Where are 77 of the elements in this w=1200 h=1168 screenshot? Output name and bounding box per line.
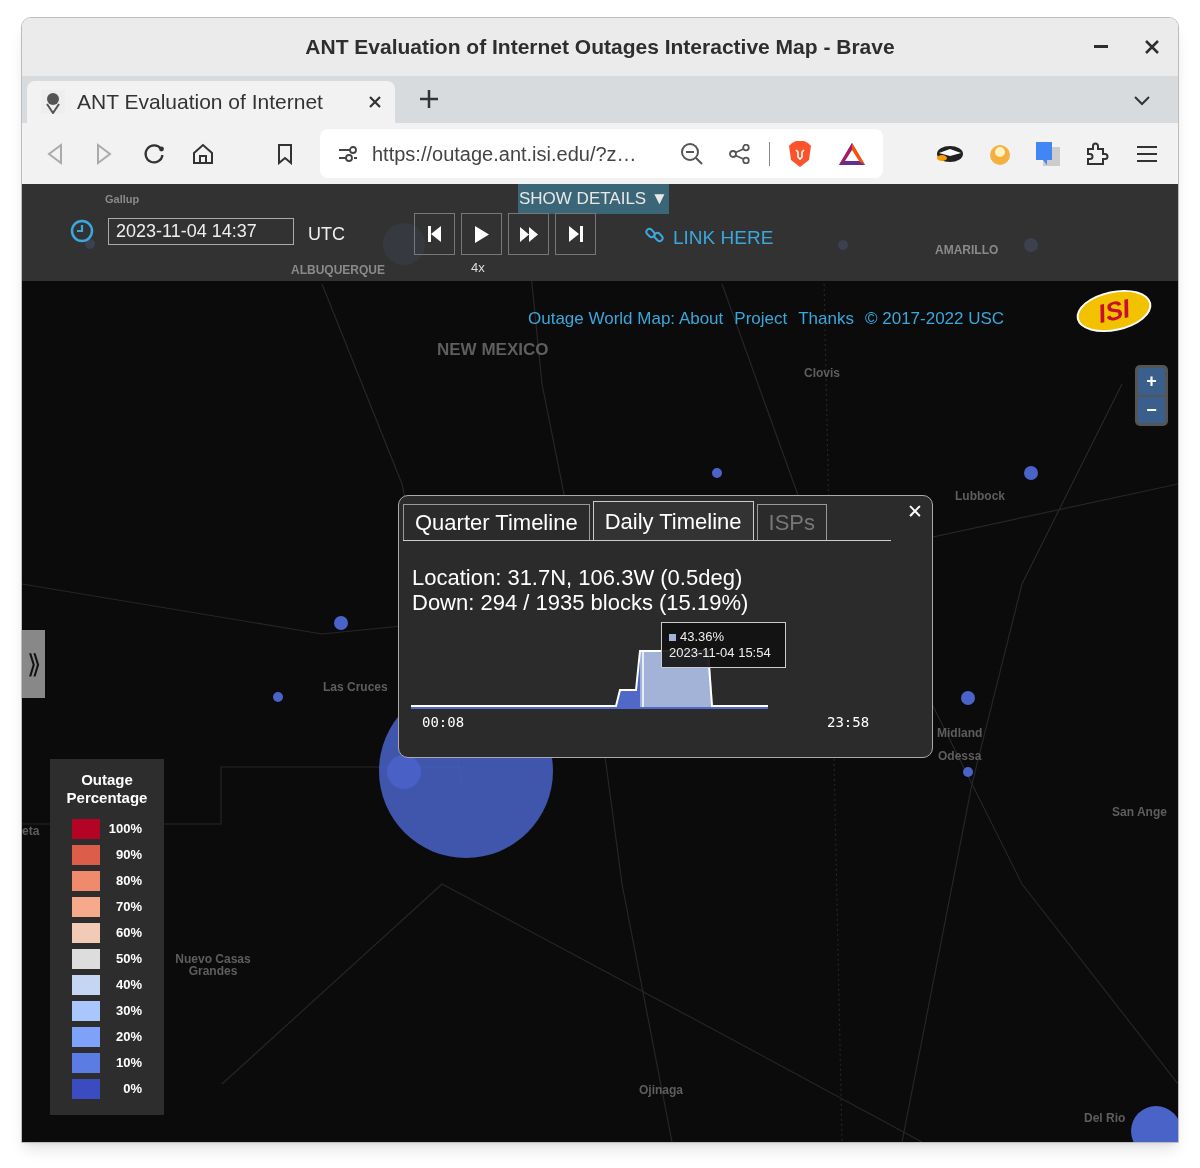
footer-link[interactable]: Project xyxy=(734,306,788,332)
browser-tab[interactable]: ANT Evaluation of Internet xyxy=(27,81,395,123)
close-tab-icon[interactable] xyxy=(369,96,381,108)
link-here-link[interactable]: LINK HERE xyxy=(673,224,774,253)
legend-label: 10% xyxy=(114,1054,142,1073)
skip-back-button[interactable] xyxy=(414,213,455,255)
new-tab-icon[interactable] xyxy=(419,89,439,109)
map-place-label: ALBUQUERQUE xyxy=(291,264,385,276)
footer-link[interactable]: Outage World Map: About xyxy=(528,306,724,332)
home-icon[interactable] xyxy=(192,142,214,165)
legend-label: 80% xyxy=(114,872,142,891)
popup-tab[interactable]: Daily Timeline xyxy=(592,501,754,540)
skip-forward-button[interactable] xyxy=(555,213,596,255)
tooltip-time: 2023-11-04 15:54 xyxy=(669,645,772,661)
play-icon xyxy=(474,225,489,243)
zoom-in-button[interactable]: + xyxy=(1138,368,1165,395)
legend-label: 30% xyxy=(114,1002,142,1021)
translate-icon[interactable] xyxy=(1035,140,1061,167)
map-place-label: Ojinaga xyxy=(639,1084,683,1096)
legend-label: 100% xyxy=(107,820,142,839)
legend-title: Outage Percentage xyxy=(65,771,149,807)
series-square-icon xyxy=(669,633,676,641)
menu-icon[interactable] xyxy=(1136,144,1158,163)
reload-icon[interactable] xyxy=(143,142,165,165)
popup-info-text: Down: 294 / 1935 blocks (15.19%) xyxy=(412,590,749,615)
footer-link[interactable]: © 2017-2022 USC xyxy=(865,306,1005,332)
site-settings-icon[interactable] xyxy=(338,144,358,163)
link-icon xyxy=(645,225,665,245)
clock-icon xyxy=(70,219,94,243)
map-place-label: Nuevo Casas Grandes xyxy=(174,953,252,977)
fast-forward-icon xyxy=(519,226,538,242)
map-place-label: San Ange xyxy=(1112,806,1167,818)
legend-label: 0% xyxy=(122,1080,142,1099)
axis-start-label: 00:08 xyxy=(422,713,465,732)
show-details-button[interactable]: SHOW DETAILS ▼ xyxy=(518,184,669,214)
legend-label: 60% xyxy=(114,924,142,943)
skip-forward-icon xyxy=(568,226,583,242)
window-title: ANT Evaluation of Internet Outages Interactive Map - Brave xyxy=(305,34,895,61)
legend-label: 40% xyxy=(114,976,142,995)
side-panel-toggle[interactable]: ⟫ xyxy=(22,630,45,698)
popup-info-text: Location: 31.7N, 106.3W (0.5deg) xyxy=(412,565,744,590)
map-place-label: AMARILLO xyxy=(935,244,999,256)
close-icon[interactable] xyxy=(1145,40,1159,54)
legend-label: 20% xyxy=(114,1028,142,1047)
play-button[interactable] xyxy=(461,213,502,255)
legend-label: 90% xyxy=(114,846,142,865)
map-place-label: Las Cruces xyxy=(323,681,388,693)
legend-label: 50% xyxy=(114,950,142,969)
puzzle-icon[interactable] xyxy=(1085,141,1109,166)
zoom-out-icon[interactable] xyxy=(680,141,704,166)
url-text: https://outage.ant.isi.edu/?z… xyxy=(372,141,637,167)
skip-back-icon xyxy=(427,226,442,242)
popup-tab[interactable]: Quarter Timeline xyxy=(403,504,590,540)
map-place-label: Del Rio xyxy=(1084,1112,1126,1124)
map-place-label: NEW MEXICO xyxy=(437,341,549,358)
bookmark-icon[interactable] xyxy=(277,142,293,165)
close-button[interactable]: ✕ xyxy=(907,502,923,521)
map-place-label: Clovis xyxy=(804,367,840,379)
share-icon[interactable] xyxy=(729,143,751,164)
tooltip-value: 43.36% xyxy=(680,629,725,645)
speed-label: 4x xyxy=(471,259,485,277)
map-place-label: Midland xyxy=(937,727,983,739)
zoom-out-button[interactable]: − xyxy=(1138,396,1165,423)
fast-forward-button[interactable] xyxy=(508,213,549,255)
map-place-label: Odessa xyxy=(938,750,982,762)
minimize-icon[interactable] xyxy=(1094,45,1108,49)
map-place-label: eta xyxy=(22,825,40,837)
map-place-label: Gallup xyxy=(105,194,140,205)
legend-label: 70% xyxy=(114,898,142,917)
triangle-icon[interactable] xyxy=(838,141,866,166)
map-place-label: Lubbock xyxy=(955,490,1005,502)
footer-link[interactable]: Thanks xyxy=(798,306,854,332)
chevron-down-icon[interactable] xyxy=(1134,96,1150,106)
timezone-label: UTC xyxy=(308,223,345,246)
date-time-field[interactable]: 2023-11-04 14:37 xyxy=(108,218,294,245)
address-bar[interactable]: https://outage.ant.isi.edu/?z… xyxy=(320,129,883,178)
axis-end-label: 23:58 xyxy=(827,713,870,732)
